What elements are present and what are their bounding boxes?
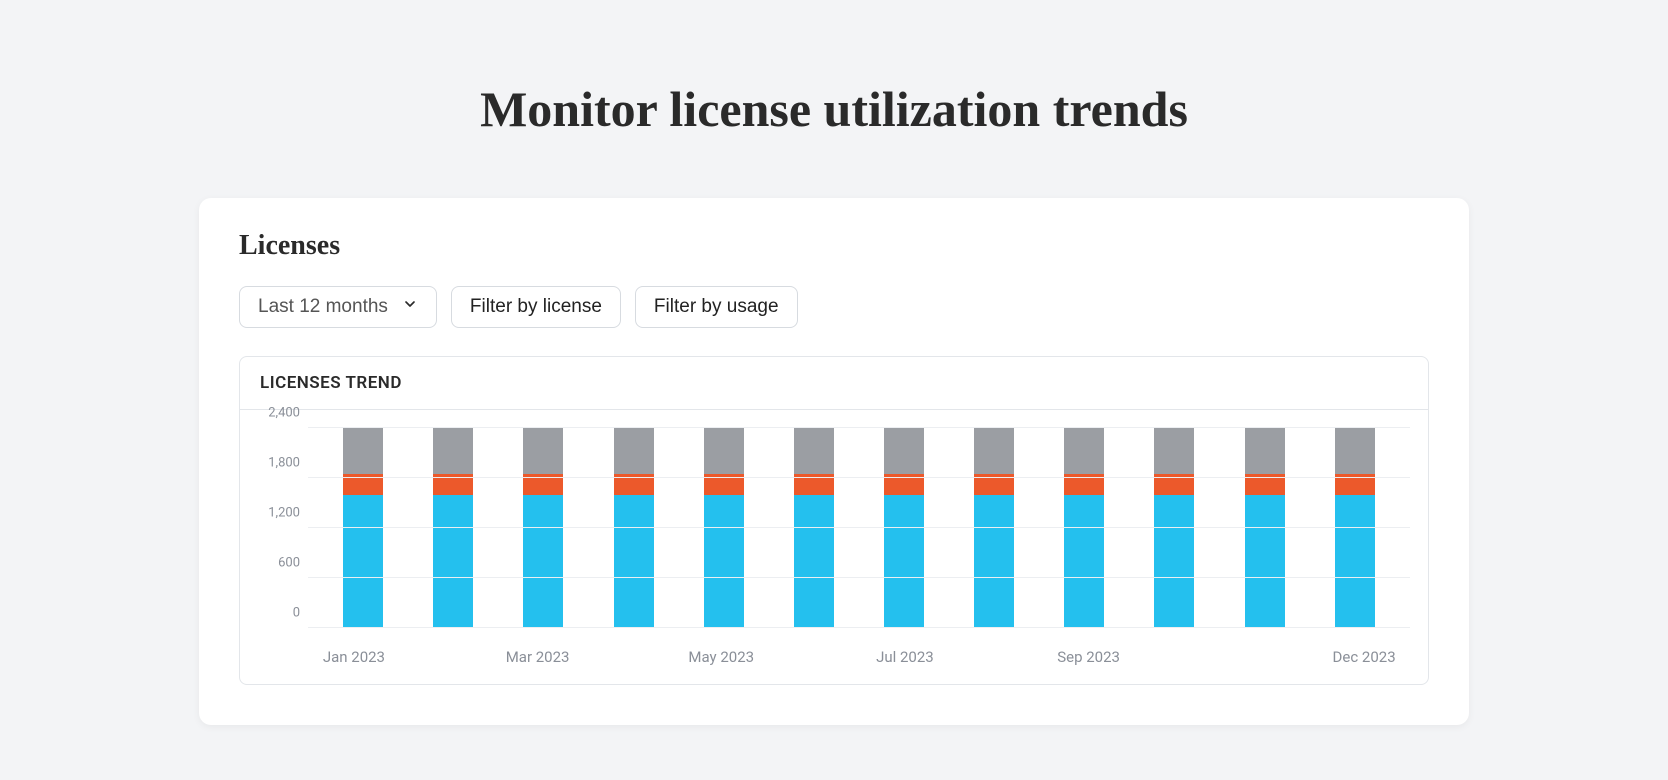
plot-area (308, 428, 1410, 628)
gridline (308, 577, 1410, 578)
chevron-down-icon (402, 296, 418, 318)
y-tick: 600 (278, 556, 300, 571)
x-tick: Jul 2023 (876, 648, 934, 666)
page-title: Monitor license utilization trends (0, 80, 1668, 138)
bar-segment (704, 495, 744, 628)
y-tick: 1,200 (268, 506, 300, 521)
bar (343, 428, 383, 628)
gridline (308, 427, 1410, 428)
bar (1154, 428, 1194, 628)
y-tick: 2,400 (268, 406, 300, 421)
bar (704, 428, 744, 628)
bar-segment (1064, 428, 1104, 474)
bar-segment (433, 428, 473, 474)
bars-container (308, 428, 1410, 628)
bar-segment (433, 495, 473, 628)
filters-row: Last 12 months Filter by license Filter … (239, 286, 1429, 328)
bar (1064, 428, 1104, 628)
filter-by-usage-label: Filter by usage (654, 296, 779, 318)
bar-segment (884, 495, 924, 628)
licenses-card: Licenses Last 12 months Filter by licens… (199, 198, 1469, 725)
x-tick: Sep 2023 (1057, 648, 1120, 666)
bar-segment (1154, 428, 1194, 474)
bar (1245, 428, 1285, 628)
x-tick: Mar 2023 (506, 648, 570, 666)
gridline (308, 477, 1410, 478)
period-dropdown[interactable]: Last 12 months (239, 286, 437, 328)
bar (523, 428, 563, 628)
bar-segment (1335, 495, 1375, 628)
chart-body: 06001,2001,8002,400 Jan 2023Mar 2023May … (240, 410, 1428, 684)
y-tick: 0 (293, 606, 300, 621)
bar-segment (794, 495, 834, 628)
bar (974, 428, 1014, 628)
bar-segment (974, 428, 1014, 474)
x-tick: May 2023 (688, 648, 754, 666)
bar-segment (794, 428, 834, 474)
y-axis: 06001,2001,8002,400 (258, 428, 308, 628)
section-title: Licenses (239, 230, 1429, 262)
bar-segment (974, 495, 1014, 628)
chart-card: LICENSES TREND 0 600 1,200 1,800 2,400 Jan 2… (239, 356, 1429, 685)
bar-segment (614, 428, 654, 474)
bar-segment (1064, 495, 1104, 628)
bar-segment (1245, 495, 1285, 628)
page-container: Monitor license utilization trends Licen… (0, 0, 1668, 780)
filter-by-license-label: Filter by license (470, 296, 602, 318)
bar-segment (343, 495, 383, 628)
bar-segment (1245, 428, 1285, 474)
filter-by-license-button[interactable]: Filter by license (451, 286, 621, 328)
gridline (308, 627, 1410, 628)
filter-by-usage-button[interactable]: Filter by usage (635, 286, 798, 328)
bar (794, 428, 834, 628)
bar-segment (523, 428, 563, 474)
gridline (308, 527, 1410, 528)
plot-wrapper: 06001,2001,8002,400 (258, 428, 1410, 628)
bar-segment (1154, 495, 1194, 628)
bar (433, 428, 473, 628)
bar-segment (343, 428, 383, 474)
x-axis: Jan 2023 Mar 2023 May 2023 Jul 2023 Sep 2023… (308, 648, 1410, 672)
y-tick: 1,800 (268, 456, 300, 471)
bar (884, 428, 924, 628)
bar-segment (704, 428, 744, 474)
period-dropdown-label: Last 12 months (258, 296, 388, 318)
x-tick: Jan 2023 (323, 648, 385, 666)
bar (614, 428, 654, 628)
chart-title: LICENSES TREND (240, 357, 1428, 410)
bar (1335, 428, 1375, 628)
bar-segment (884, 428, 924, 474)
bar-segment (523, 495, 563, 628)
bar-segment (1335, 428, 1375, 474)
x-tick: Dec 2023 (1333, 648, 1396, 666)
bar-segment (614, 495, 654, 628)
